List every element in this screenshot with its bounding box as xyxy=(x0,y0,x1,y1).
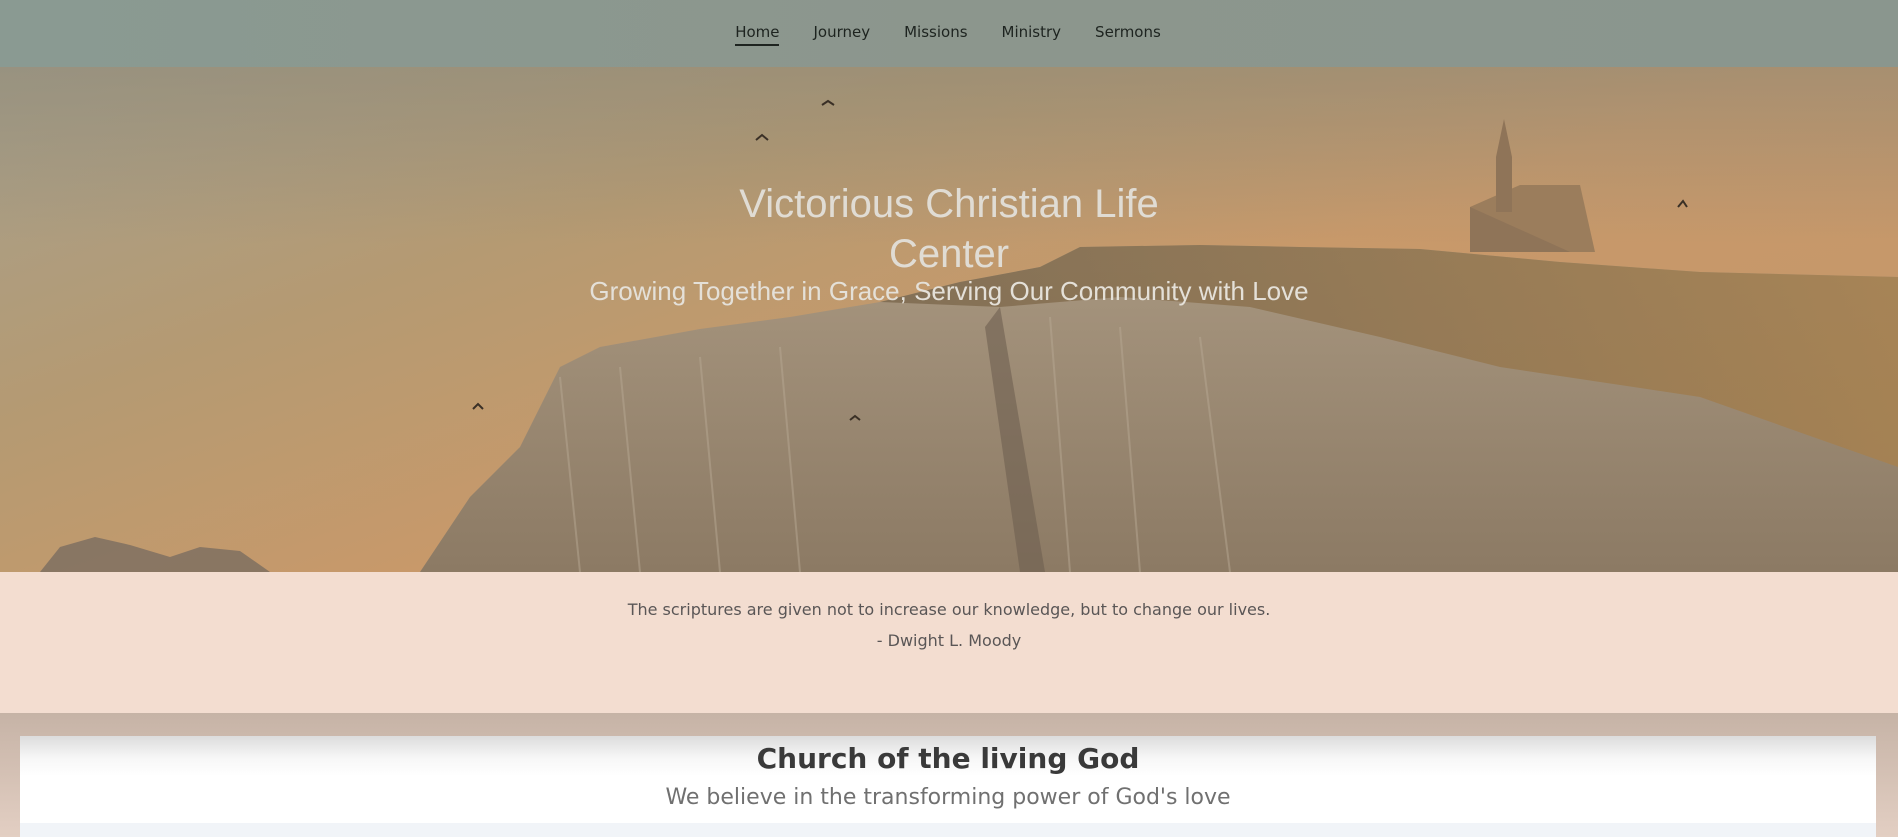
top-navigation: Home Journey Missions Ministry Sermons xyxy=(0,0,1898,67)
content-card: Church of the living God We believe in t… xyxy=(20,736,1876,837)
nav-item-journey[interactable]: Journey xyxy=(813,20,870,46)
hero-subtitle: Growing Together in Grace, Serving Our C… xyxy=(589,276,1309,306)
card-bottom-strip xyxy=(20,823,1876,837)
section-title: Church of the living God xyxy=(756,742,1140,775)
nav-item-ministry[interactable]: Ministry xyxy=(1002,20,1062,46)
quote-text: The scriptures are given not to increase… xyxy=(627,600,1271,619)
quote-section: The scriptures are given not to increase… xyxy=(0,572,1898,713)
hero-title-line-1: Victorious Christian Life xyxy=(739,182,1159,226)
nav-item-home[interactable]: Home xyxy=(735,20,780,46)
hero-title-line-2: Center xyxy=(888,232,1010,276)
hero-title: Victorious Christian Life Center xyxy=(0,179,1898,279)
quote-author: - Dwight L. Moody xyxy=(876,631,1022,650)
section-subtitle: We believe in the transforming power of … xyxy=(665,785,1231,810)
hero-background-image xyxy=(40,99,1898,572)
nav-list: Home Journey Missions Ministry Sermons xyxy=(735,20,1161,46)
nav-item-missions[interactable]: Missions xyxy=(904,20,967,46)
nav-item-sermons[interactable]: Sermons xyxy=(1095,20,1161,46)
hero-banner: Victorious Christian Life Center Growing… xyxy=(0,67,1898,572)
